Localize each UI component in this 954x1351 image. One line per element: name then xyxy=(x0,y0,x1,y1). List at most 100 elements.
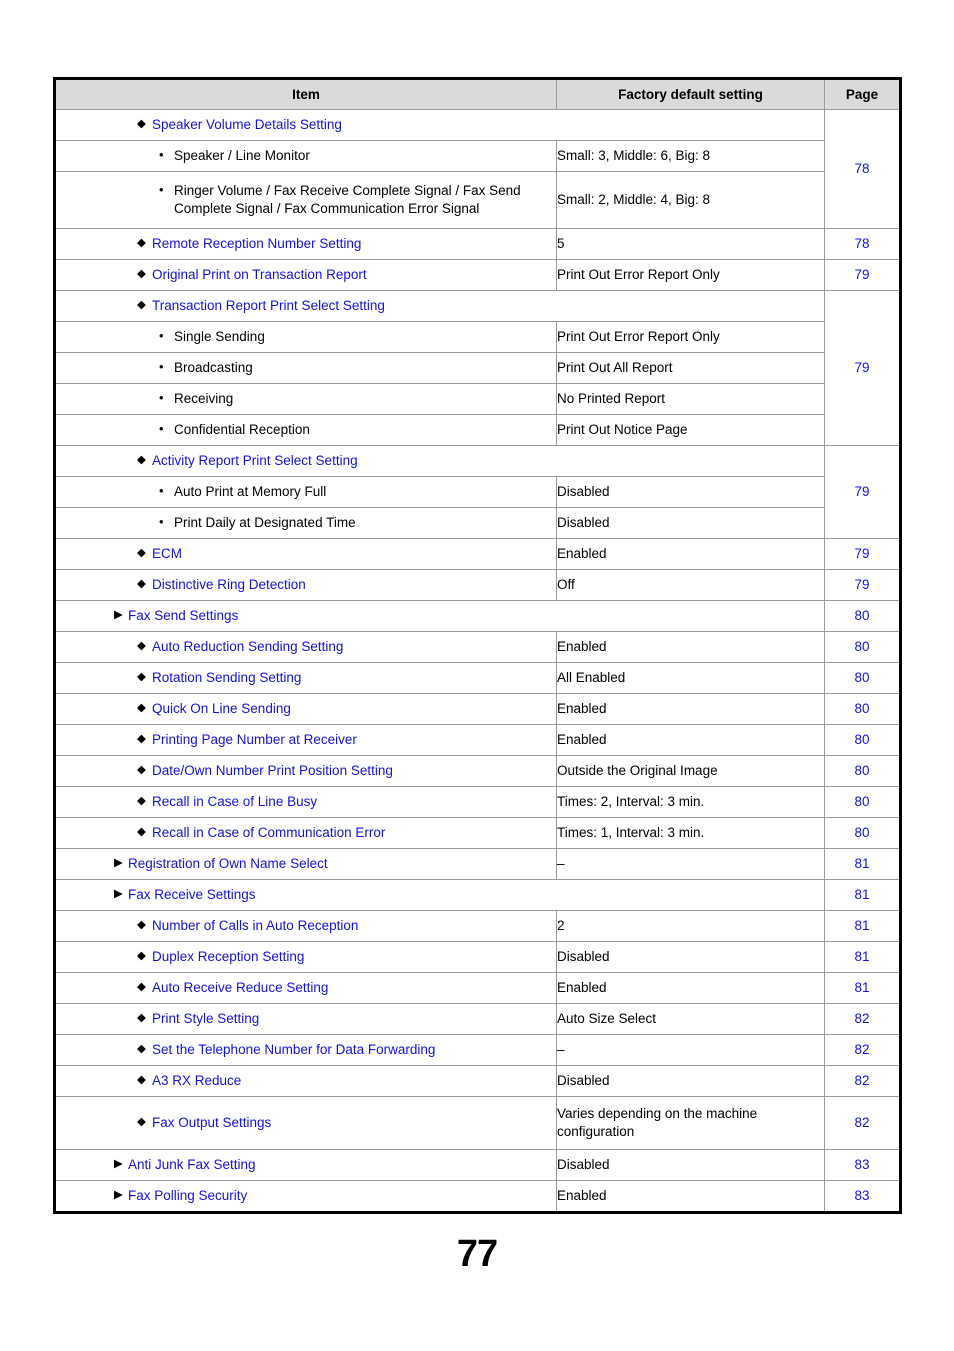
row-value-cell: 5 xyxy=(556,228,825,260)
row-item-link[interactable]: ◆ Number of Calls in Auto Reception xyxy=(56,917,556,935)
row-item-link[interactable]: ▶ Fax Polling Security xyxy=(56,1187,556,1205)
row-page-link[interactable]: 79 xyxy=(824,445,901,539)
row-item-link[interactable]: ◆ Set the Telephone Number for Data Forwa… xyxy=(56,1041,556,1059)
row-page-link[interactable]: 80 xyxy=(824,755,901,787)
row-item-text: Activity Report Print Select Setting xyxy=(152,453,358,469)
row-page-link[interactable]: 82 xyxy=(824,1065,901,1097)
table-row: ◆ Rotation Sending Setting All Enabled 80 xyxy=(54,662,901,694)
table-row: ◆ Set the Telephone Number for Data Forwa… xyxy=(54,1034,901,1066)
row-item-link[interactable]: ◆ Original Print on Transaction Report xyxy=(56,266,556,284)
row-page-link[interactable]: 80 xyxy=(824,631,901,663)
row-page-link[interactable]: 83 xyxy=(824,1149,901,1181)
row-page-link[interactable]: 78 xyxy=(824,109,901,229)
row-item-link[interactable]: ◆ Rotation Sending Setting xyxy=(56,669,556,687)
diamond-marker-icon: ◆ xyxy=(137,118,146,131)
row-item-link[interactable]: ◆ Speaker Volume Details Setting xyxy=(56,116,824,134)
table-body: ◆ Speaker Volume Details Setting 78 • Speake… xyxy=(54,109,901,1213)
row-item-link[interactable]: ◆ Remote Reception Number Setting xyxy=(56,235,556,253)
table-row: ◆ A3 RX Reduce Disabled 82 xyxy=(54,1065,901,1097)
row-page-link[interactable]: 82 xyxy=(824,1034,901,1066)
row-item-cell: ▶ Fax Polling Security xyxy=(54,1180,557,1213)
row-item-link[interactable]: ◆ Fax Output Settings xyxy=(56,1114,556,1132)
row-page-link[interactable]: 81 xyxy=(824,848,901,880)
triangle-marker-icon: ▶ xyxy=(114,1189,123,1202)
table-row: • Broadcasting Print Out All Report xyxy=(54,352,901,384)
table-row: ◆ Transaction Report Print Select Setting… xyxy=(54,290,901,446)
diamond-marker-icon: ◆ xyxy=(137,578,146,591)
row-item-link[interactable]: ◆ Distinctive Ring Detection xyxy=(56,576,556,594)
row-page-link[interactable]: 79 xyxy=(824,569,901,601)
row-page-link[interactable]: 82 xyxy=(824,1096,901,1150)
table-row: ◆ Duplex Reception Setting Disabled 81 xyxy=(54,941,901,973)
row-item-text: Fax Polling Security xyxy=(128,1188,248,1204)
row-value-cell: Enabled xyxy=(556,1180,825,1213)
row-page-link[interactable]: 80 xyxy=(824,693,901,725)
row-page-link[interactable]: 80 xyxy=(824,662,901,694)
row-page-link[interactable]: 80 xyxy=(824,600,901,632)
row-item-link[interactable]: ◆ Recall in Case of Line Busy xyxy=(56,793,556,811)
row-item-text: Quick On Line Sending xyxy=(152,701,291,717)
row-item-text: Printing Page Number at Receiver xyxy=(152,732,357,748)
row-value-cell: All Enabled xyxy=(556,662,825,694)
row-item-link[interactable]: ◆ Activity Report Print Select Setting xyxy=(56,452,824,470)
row-item-cell: ▶ Registration of Own Name Select xyxy=(54,848,557,880)
row-item-text: Auto Print at Memory Full xyxy=(174,484,327,500)
row-value-cell: Enabled xyxy=(556,693,825,725)
row-page-link[interactable]: 81 xyxy=(824,941,901,973)
bullet-marker-icon: • xyxy=(159,328,164,344)
row-item-link[interactable]: ◆ Auto Receive Reduce Setting xyxy=(56,979,556,997)
row-page-link[interactable]: 83 xyxy=(824,1180,901,1213)
row-page-link[interactable]: 79 xyxy=(824,290,901,446)
row-page-link[interactable]: 81 xyxy=(824,910,901,942)
row-page-link[interactable]: 79 xyxy=(824,538,901,570)
row-item-text: Print Style Setting xyxy=(152,1011,260,1027)
row-item-link[interactable]: ▶ Fax Receive Settings xyxy=(56,886,824,904)
row-item-link[interactable]: ◆ Quick On Line Sending xyxy=(56,700,556,718)
bullet-marker-icon: • xyxy=(159,147,164,163)
row-item-text: Recall in Case of Line Busy xyxy=(152,794,318,810)
column-header-factory-default-setting: Factory default setting xyxy=(556,78,825,110)
row-item-text: Rotation Sending Setting xyxy=(152,670,302,686)
row-value-cell: Print Out Error Report Only xyxy=(556,259,825,291)
diamond-marker-icon: ◆ xyxy=(137,1074,146,1087)
row-value-cell: Enabled xyxy=(556,724,825,756)
triangle-marker-icon: ▶ xyxy=(114,609,123,622)
row-page-link[interactable]: 81 xyxy=(824,879,901,911)
diamond-marker-icon: ◆ xyxy=(137,981,146,994)
diamond-marker-icon: ◆ xyxy=(137,454,146,467)
row-item-cell: ◆ Speaker Volume Details Setting xyxy=(54,109,825,141)
row-item-link[interactable]: ◆ A3 RX Reduce xyxy=(56,1072,556,1090)
row-item-link[interactable]: ◆ Auto Reduction Sending Setting xyxy=(56,638,556,656)
table-row: • Speaker / Line Monitor Small: 3, Middle:… xyxy=(54,140,901,172)
table-row: ◆ Recall in Case of Line Busy Times: 2, In… xyxy=(54,786,901,818)
row-item-link[interactable]: ◆ Printing Page Number at Receiver xyxy=(56,731,556,749)
row-value-cell: Times: 2, Interval: 3 min. xyxy=(556,786,825,818)
bullet-marker-icon: • xyxy=(159,182,164,198)
row-item-link[interactable]: ◆ Date/Own Number Print Position Setting xyxy=(56,762,556,780)
row-page-link[interactable]: 80 xyxy=(824,786,901,818)
table-row: • Print Daily at Designated Time Disabled xyxy=(54,507,901,539)
row-item-cell: ◆ Remote Reception Number Setting xyxy=(54,228,557,260)
row-item-link[interactable]: ▶ Registration of Own Name Select xyxy=(56,855,556,873)
row-item-link[interactable]: ◆ Recall in Case of Communication Error xyxy=(56,824,556,842)
row-page-link[interactable]: 81 xyxy=(824,972,901,1004)
row-page-link[interactable]: 79 xyxy=(824,259,901,291)
row-item-text: Single Sending xyxy=(174,329,265,345)
row-item-link[interactable]: ◆ Duplex Reception Setting xyxy=(56,948,556,966)
row-item-text: Confidential Reception xyxy=(174,422,310,438)
row-page-link[interactable]: 82 xyxy=(824,1003,901,1035)
row-value-cell: Print Out Error Report Only xyxy=(556,321,825,353)
row-page-link[interactable]: 80 xyxy=(824,724,901,756)
diamond-marker-icon: ◆ xyxy=(137,237,146,250)
row-item-link[interactable]: ◆ Print Style Setting xyxy=(56,1010,556,1028)
column-header-item: Item xyxy=(54,78,557,110)
diamond-marker-icon: ◆ xyxy=(137,733,146,746)
row-item-link[interactable]: ◆ ECM xyxy=(56,545,556,563)
row-item-text: Fax Output Settings xyxy=(152,1115,272,1131)
row-page-link[interactable]: 80 xyxy=(824,817,901,849)
row-item-link[interactable]: ▶ Anti Junk Fax Setting xyxy=(56,1156,556,1174)
row-page-link[interactable]: 78 xyxy=(824,228,901,260)
settings-table: Item Factory default setting Page ◆ Speak… xyxy=(53,77,902,1214)
row-item-link[interactable]: ▶ Fax Send Settings xyxy=(56,607,824,625)
row-item-link[interactable]: ◆ Transaction Report Print Select Setting xyxy=(56,297,824,315)
